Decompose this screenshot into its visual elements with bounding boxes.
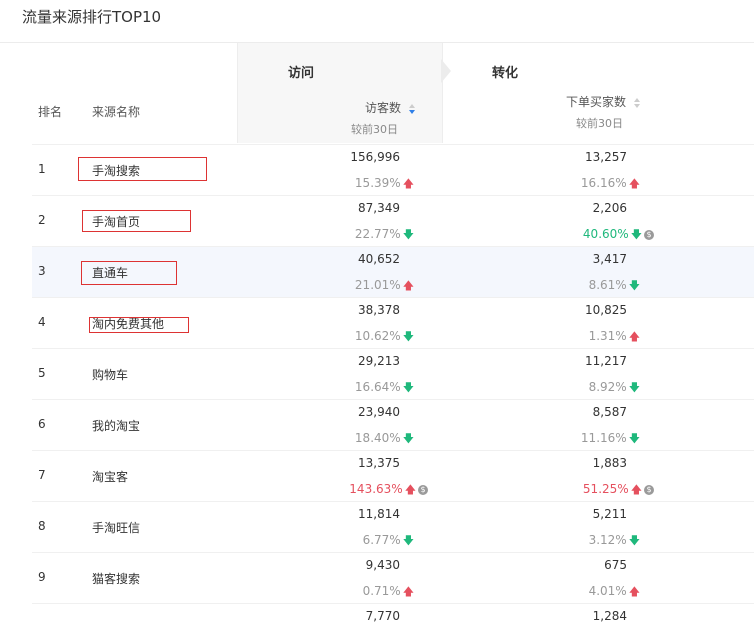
buyers-change-cell: 8.61% 🡇 (32, 277, 640, 296)
arrow-down-icon: 🡇 (628, 279, 640, 292)
buyers-cell: 5,211 (592, 507, 627, 521)
rank-cell: 9 (38, 570, 46, 584)
table-row: 4 淘内免费其他 38,378 10.62% 🡇 10,825 1.31% 🡅 (32, 297, 754, 349)
buyers-cell: 10,825 (585, 303, 627, 317)
arrow-down-icon: 🡇 (628, 381, 640, 394)
table-row: 1 手淘搜索 156,996 15.39% 🡅 13,257 16.16% 🡅 (32, 144, 754, 196)
buyers-change-value: 8.92% (588, 380, 627, 394)
buyers-change-cell: 1.31% 🡅 (32, 328, 640, 347)
column-header-buyers[interactable]: 下单买家数 (566, 93, 641, 110)
column-header-visitors[interactable]: 访客数 (365, 99, 416, 116)
buyers-compare-label: 较前30日 (576, 117, 623, 130)
buyers-cell: 8,587 (592, 405, 627, 419)
buyers-change-value: 16.16% (580, 176, 627, 190)
arrow-up-icon: 🡅 (628, 177, 640, 190)
sort-desc-icon[interactable] (408, 103, 416, 114)
rank-cell: 4 (38, 315, 46, 329)
group-label-visit: 访问 (288, 66, 315, 81)
rank-cell: 8 (38, 519, 46, 533)
arrow-down-icon: 🡇 (628, 534, 640, 547)
buyers-change-value: 40.60% (582, 227, 629, 241)
buyers-cell: 3,417 (592, 252, 627, 266)
info-icon[interactable]: $ (644, 484, 654, 495)
rank-cell: 3 (38, 264, 46, 278)
arrow-down-icon: 🡇 (630, 228, 642, 241)
buyers-cell: 11,217 (585, 354, 627, 368)
buyers-change-cell: 16.16% 🡅 (32, 175, 640, 194)
buyers-cell: 675 (604, 558, 627, 572)
sort-icon[interactable] (633, 97, 641, 108)
table-header-background (237, 43, 754, 143)
buyers-change-value: 1.31% (588, 329, 627, 343)
buyers-change-cell: 4.01% 🡅 (32, 583, 640, 602)
table-row: 3 直通车 40,652 21.01% 🡅 3,417 8.61% 🡇 (32, 246, 754, 298)
column-header-buyers-label: 下单买家数 (566, 95, 627, 109)
buyers-change-cell: 3.12% 🡇 (32, 532, 640, 551)
buyers-change-cell: 11.16% 🡇 (32, 430, 640, 449)
arrow-up-icon: 🡅 (628, 585, 640, 598)
table-row: 8 手淘旺信 11,814 6.77% 🡇 5,211 3.12% 🡇 (32, 501, 754, 553)
buyers-change-cell: 51.25% 🡅 $ (32, 481, 654, 500)
rank-cell: 5 (38, 366, 46, 380)
info-icon[interactable]: $ (644, 229, 654, 240)
group-chevron-icon (441, 59, 451, 83)
visit-group-header (237, 43, 442, 143)
buyers-cell: 2,206 (592, 201, 627, 215)
buyers-change-value: 3.12% (588, 533, 627, 547)
buyers-cell: 13,257 (585, 150, 627, 164)
page-title: 流量来源排行TOP10 (22, 8, 162, 26)
table-row: 2 手淘首页 87,349 22.77% 🡇 2,206 40.60% 🡇 $ (32, 195, 754, 247)
buyers-change-value: 51.25% (582, 482, 629, 496)
rank-cell: 2 (38, 213, 46, 227)
table-row: 9 猫客搜索 9,430 0.71% 🡅 675 4.01% 🡅 (32, 552, 754, 604)
table-row: 7 淘宝客 13,375 143.63% 🡅 $ 1,883 51.25% 🡅 $ (32, 450, 754, 502)
buyers-change-cell: 8.92% 🡇 (32, 379, 640, 398)
table-row: 5 购物车 29,213 16.64% 🡇 11,217 8.92% 🡇 (32, 348, 754, 400)
column-header-visitors-label: 访客数 (365, 101, 402, 115)
arrow-up-icon: 🡅 (628, 330, 640, 343)
buyers-change-value: 8.61% (588, 278, 627, 292)
arrow-down-icon: 🡇 (628, 432, 640, 445)
buyers-change-value: 11.16% (580, 431, 627, 445)
rank-cell: 1 (38, 162, 46, 176)
buyers-change-cell: 40.60% 🡇 $ (32, 226, 654, 245)
arrow-up-icon: 🡅 (630, 483, 642, 496)
column-header-source-name: 来源名称 (92, 105, 141, 119)
column-header-rank: 排名 (38, 105, 63, 119)
table-row: 6 我的淘宝 23,940 18.40% 🡇 8,587 11.16% 🡇 (32, 399, 754, 451)
buyers-change-value: 4.01% (588, 584, 627, 598)
buyers-cell: 1,883 (592, 456, 627, 470)
group-label-convert: 转化 (492, 66, 519, 81)
rank-cell: 6 (38, 417, 46, 431)
rank-cell: 7 (38, 468, 46, 482)
visitors-compare-label: 较前30日 (351, 123, 398, 136)
